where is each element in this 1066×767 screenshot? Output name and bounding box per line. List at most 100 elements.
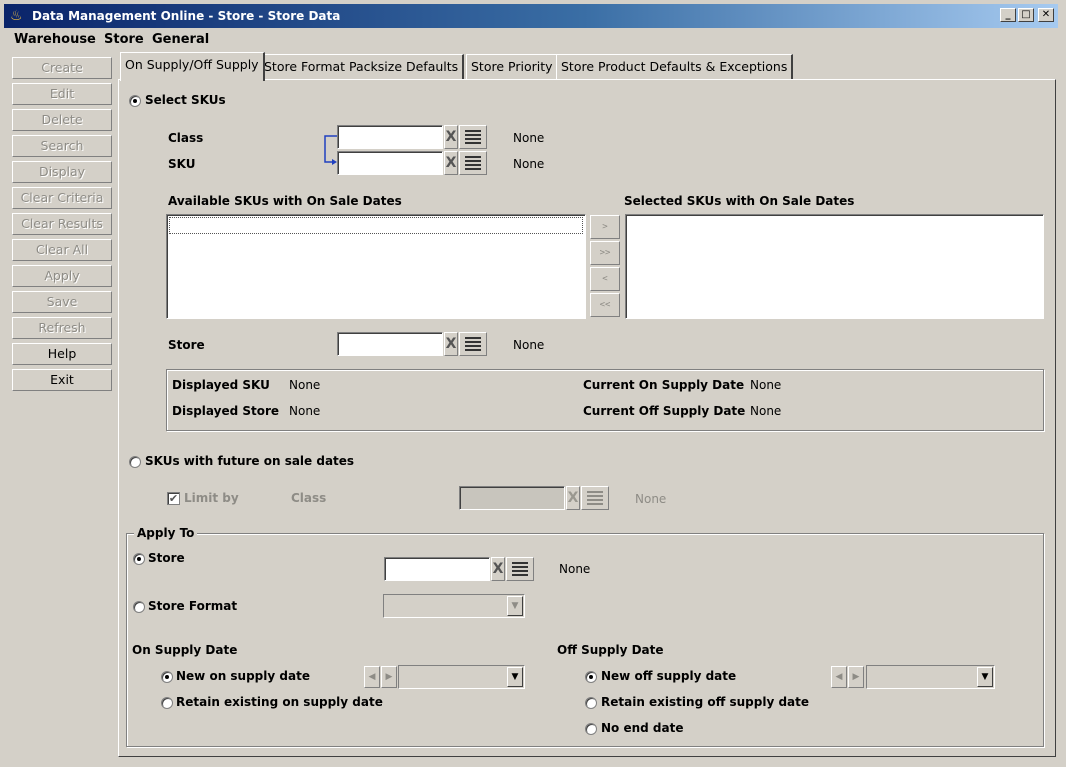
sku-description: None <box>513 157 545 171</box>
apply-button[interactable]: Apply <box>12 265 112 287</box>
displayed-sku-value: None <box>289 378 321 392</box>
apply-to-title: Apply To <box>134 526 198 540</box>
selected-skus-list[interactable] <box>625 214 1044 319</box>
select-skus-radio[interactable] <box>129 95 141 107</box>
menu-bar: Warehouse Store General <box>4 28 1058 50</box>
class-description: None <box>513 131 545 145</box>
tab-store-product-defaults-exceptions[interactable]: Store Product Defaults & Exceptions <box>556 54 794 79</box>
list-focus-row[interactable] <box>169 217 583 234</box>
store-description: None <box>513 338 545 352</box>
retain-on-supply-label: Retain existing on supply date <box>176 695 383 709</box>
apply-store-list-icon[interactable] <box>506 557 534 581</box>
future-class-label: Class <box>291 491 327 505</box>
available-skus-list[interactable] <box>166 214 586 319</box>
display-button[interactable]: Display <box>12 161 112 183</box>
future-class-description: None <box>635 492 667 506</box>
move-all-left-button[interactable]: << <box>590 293 620 317</box>
off-supply-date-dropdown[interactable]: ▼ <box>866 665 995 689</box>
displayed-store-value: None <box>289 404 321 418</box>
tab-store-priority[interactable]: Store Priority <box>466 54 559 79</box>
minimize-button[interactable]: _ <box>1000 8 1016 22</box>
sku-list-icon[interactable] <box>459 151 487 175</box>
save-button[interactable]: Save <box>12 291 112 313</box>
displayed-sku-label: Displayed SKU <box>172 378 270 392</box>
search-button[interactable]: Search <box>12 135 112 157</box>
retain-off-supply-radio[interactable] <box>585 697 597 709</box>
new-off-supply-label: New off supply date <box>601 669 737 683</box>
refresh-button[interactable]: Refresh <box>12 317 112 339</box>
class-list-icon[interactable] <box>459 125 487 149</box>
store-format-label: Store Format <box>148 599 238 613</box>
current-on-supply-label: Current On Supply Date <box>583 378 745 392</box>
off-supply-left-icon[interactable]: ◀ <box>831 666 847 688</box>
sku-input[interactable] <box>337 151 443 175</box>
off-supply-title: Off Supply Date <box>557 643 664 657</box>
new-off-supply-radio[interactable] <box>585 671 597 683</box>
chevron-down-icon: ▼ <box>977 667 993 687</box>
move-all-right-button[interactable]: >> <box>590 241 620 265</box>
edit-button[interactable]: Edit <box>12 83 112 105</box>
on-supply-date-dropdown[interactable]: ▼ <box>398 665 525 689</box>
future-class-input[interactable] <box>459 486 565 510</box>
store-input[interactable] <box>337 332 443 356</box>
off-supply-right-icon[interactable]: ▶ <box>848 666 864 688</box>
select-skus-label: Select SKUs <box>145 93 226 107</box>
window-title: Data Management Online - Store - Store D… <box>32 9 341 23</box>
no-end-date-radio[interactable] <box>585 723 597 735</box>
on-supply-left-icon[interactable]: ◀ <box>364 666 380 688</box>
close-button[interactable]: ✕ <box>1038 8 1054 22</box>
future-class-list-icon[interactable] <box>581 486 609 510</box>
future-class-clear-icon[interactable]: X <box>566 486 580 510</box>
store-format-dropdown[interactable]: ▼ <box>383 594 525 618</box>
apply-store-description: None <box>559 562 591 576</box>
menu-warehouse[interactable]: Warehouse <box>14 32 96 47</box>
create-button[interactable]: Create <box>12 57 112 79</box>
class-clear-icon[interactable]: X <box>444 125 458 149</box>
new-on-supply-label: New on supply date <box>176 669 310 683</box>
store-clear-icon[interactable]: X <box>444 332 458 356</box>
retain-on-supply-radio[interactable] <box>161 697 173 709</box>
class-input[interactable] <box>337 125 443 149</box>
delete-button[interactable]: Delete <box>12 109 112 131</box>
on-supply-title: On Supply Date <box>132 643 238 657</box>
store-format-radio[interactable] <box>133 601 145 613</box>
tab-on-supply-off-supply[interactable]: On Supply/Off Supply <box>120 52 265 81</box>
current-on-supply-value: None <box>750 378 782 392</box>
sku-clear-icon[interactable]: X <box>444 151 458 175</box>
future-skus-label: SKUs with future on sale dates <box>145 454 355 468</box>
move-right-button[interactable]: > <box>590 215 620 239</box>
chevron-down-icon: ▼ <box>507 596 523 616</box>
apply-store-input[interactable] <box>384 557 490 581</box>
displayed-store-label: Displayed Store <box>172 404 280 418</box>
sku-label: SKU <box>168 157 196 171</box>
move-left-button[interactable]: < <box>590 267 620 291</box>
menu-general[interactable]: General <box>152 32 209 47</box>
apply-store-clear-icon[interactable]: X <box>491 557 505 581</box>
limit-by-label: Limit by <box>184 491 239 505</box>
store-list-icon[interactable] <box>459 332 487 356</box>
java-app-icon: ♨ <box>10 8 23 24</box>
clear-criteria-button[interactable]: Clear Criteria <box>12 187 112 209</box>
chevron-down-icon: ▼ <box>507 667 523 687</box>
apply-store-label: Store <box>148 551 185 565</box>
apply-store-radio[interactable] <box>133 553 145 565</box>
limit-by-checkbox[interactable]: ✔ <box>167 492 180 505</box>
retain-off-supply-label: Retain existing off supply date <box>601 695 810 709</box>
help-button[interactable]: Help <box>12 343 112 365</box>
current-off-supply-label: Current Off Supply Date <box>583 404 746 418</box>
class-label: Class <box>168 131 204 145</box>
clear-all-button[interactable]: Clear All <box>12 239 112 261</box>
no-end-date-label: No end date <box>601 721 684 735</box>
clear-results-button[interactable]: Clear Results <box>12 213 112 235</box>
maximize-button[interactable]: □ <box>1018 8 1034 22</box>
new-on-supply-radio[interactable] <box>161 671 173 683</box>
store-label: Store <box>168 338 205 352</box>
exit-button[interactable]: Exit <box>12 369 112 391</box>
menu-store[interactable]: Store <box>104 32 144 47</box>
available-skus-label: Available SKUs with On Sale Dates <box>168 194 402 208</box>
tab-store-format-packsize-defaults[interactable]: Store Format Packsize Defaults <box>259 54 465 79</box>
title-bar: ♨ Data Management Online - Store - Store… <box>4 4 1058 28</box>
on-supply-right-icon[interactable]: ▶ <box>381 666 397 688</box>
class-sku-link-icon <box>324 135 337 165</box>
future-skus-radio[interactable] <box>129 456 141 468</box>
